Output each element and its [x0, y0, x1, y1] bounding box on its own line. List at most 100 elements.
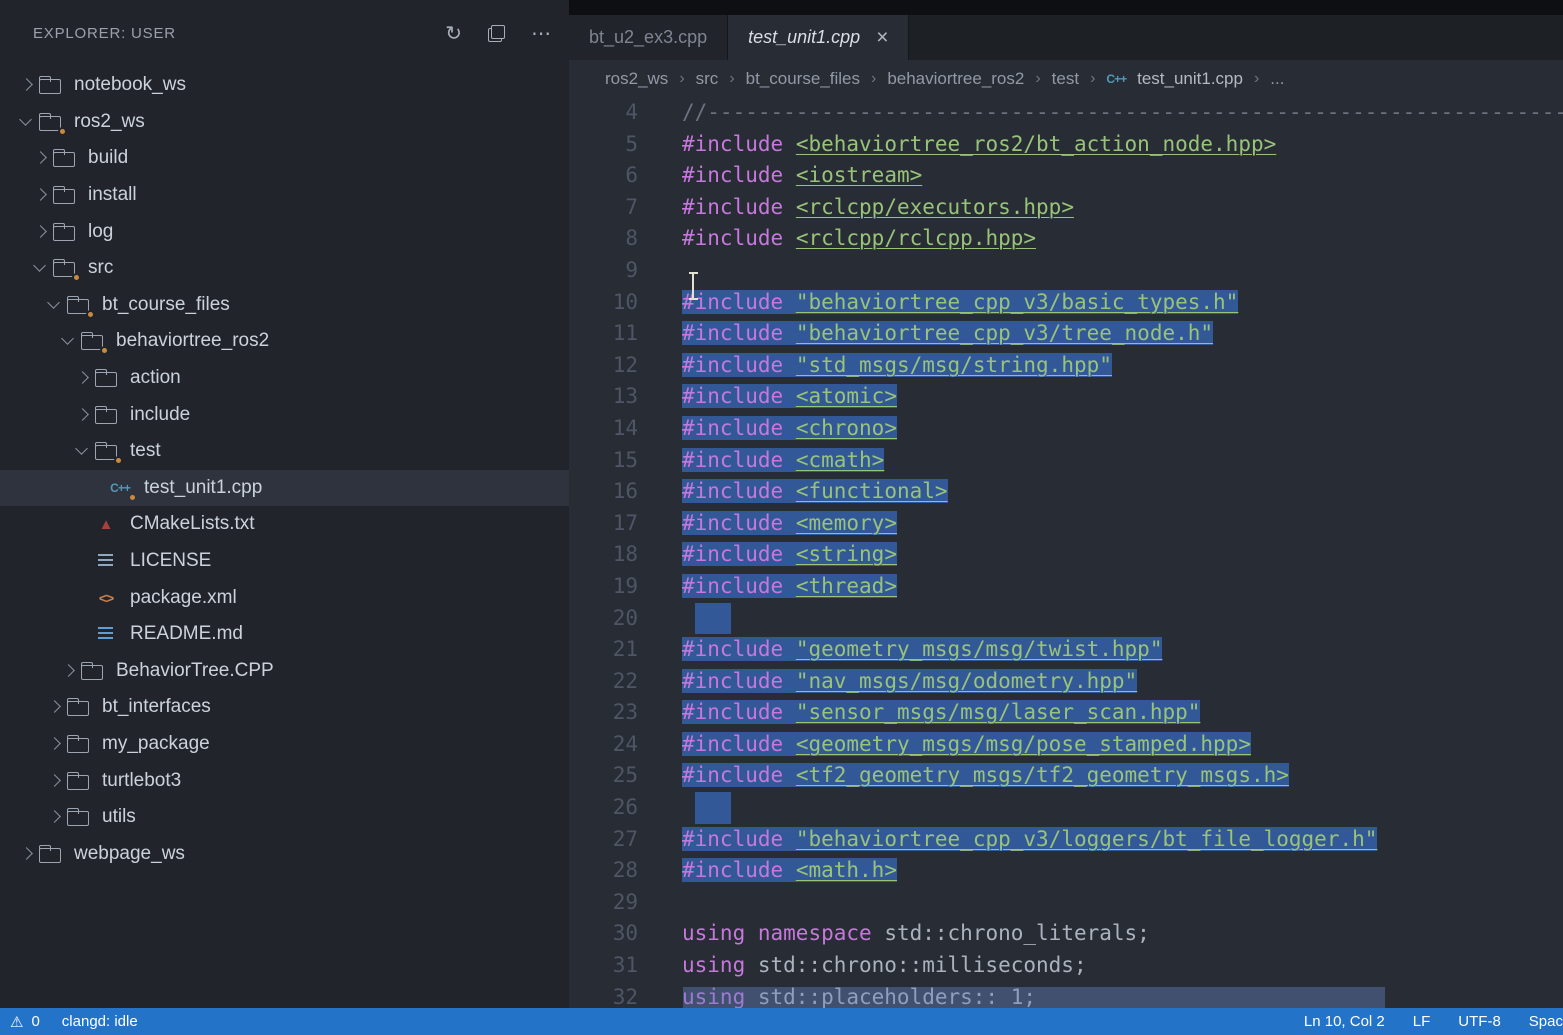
eol-indicator[interactable]: LF — [1413, 1013, 1431, 1030]
chevron-down-icon[interactable] — [44, 294, 66, 316]
breadcrumb-item[interactable]: test — [1052, 69, 1079, 89]
horizontal-scrollbar[interactable] — [683, 987, 1385, 1008]
selection-span: #include <tf2_geometry_msgs/tf2_geometry… — [682, 763, 1289, 787]
code-line[interactable]: 24#include <geometry_msgs/msg/pose_stamp… — [569, 729, 1563, 761]
tree-item-my_package[interactable]: my_package — [0, 726, 569, 763]
code-line[interactable]: 27#include "behaviortree_cpp_v3/loggers/… — [569, 824, 1563, 856]
tree-item-test_unit1.cpp[interactable]: C++test_unit1.cpp — [0, 470, 569, 507]
tree-item-install[interactable]: install — [0, 177, 569, 214]
breadcrumb-item[interactable]: behaviortree_ros2 — [887, 69, 1024, 89]
cursor-position[interactable]: Ln 10, Col 2 — [1304, 1013, 1385, 1030]
tree-item-ros2_ws[interactable]: ros2_ws — [0, 104, 569, 141]
encoding-indicator[interactable]: UTF-8 — [1458, 1013, 1501, 1030]
chevron-down-icon[interactable] — [58, 330, 80, 352]
chevron-right-icon[interactable] — [44, 696, 66, 718]
code-line[interactable]: 9 — [569, 255, 1563, 287]
tree-item-action[interactable]: action — [0, 360, 569, 397]
chevron-right-icon[interactable] — [30, 147, 52, 169]
chevron-right-icon[interactable] — [16, 74, 38, 96]
code-line[interactable]: 23#include "sensor_msgs/msg/laser_scan.h… — [569, 697, 1563, 729]
chevron-right-icon[interactable] — [72, 367, 94, 389]
line-number: 17 — [569, 508, 638, 540]
code-line[interactable]: 31using std::chrono::milliseconds; — [569, 950, 1563, 982]
tab-test_unit1.cpp[interactable]: test_unit1.cpp× — [728, 15, 909, 60]
breadcrumb-item[interactable]: src — [696, 69, 719, 89]
folder-icon — [94, 405, 118, 425]
code-line[interactable]: 29 — [569, 887, 1563, 919]
tree-item-turtlebot3[interactable]: turtlebot3 — [0, 762, 569, 799]
code-line[interactable]: 13#include <atomic> — [569, 381, 1563, 413]
code-line[interactable]: 21#include "geometry_msgs/msg/twist.hpp" — [569, 634, 1563, 666]
problems-indicator[interactable]: ⚠ 0 — [10, 1013, 40, 1031]
code-line[interactable]: 12#include "std_msgs/msg/string.hpp" — [569, 350, 1563, 382]
indent-indicator[interactable]: Spac — [1529, 1013, 1563, 1030]
tree-item-BehaviorTree.CPP[interactable]: BehaviorTree.CPP — [0, 653, 569, 690]
chevron-right-icon[interactable] — [30, 221, 52, 243]
tree-item-LICENSE[interactable]: LICENSE — [0, 543, 569, 580]
tree-item-README.md[interactable]: README.md — [0, 616, 569, 653]
more-actions-icon[interactable]: ⋯ — [531, 24, 551, 44]
code-line[interactable]: 10#include "behaviortree_cpp_v3/basic_ty… — [569, 287, 1563, 319]
chevron-down-icon[interactable] — [16, 111, 38, 133]
code-line[interactable]: 30using namespace std::chrono_literals; — [569, 918, 1563, 950]
tree-item-build[interactable]: build — [0, 140, 569, 177]
code-line[interactable]: 25#include <tf2_geometry_msgs/tf2_geomet… — [569, 760, 1563, 792]
tree-item-log[interactable]: log — [0, 213, 569, 250]
breadcrumb-item[interactable]: bt_course_files — [746, 69, 860, 89]
code-line[interactable]: 19#include <thread> — [569, 571, 1563, 603]
tree-item-src[interactable]: src — [0, 250, 569, 287]
code-line[interactable]: 28#include <math.h> — [569, 855, 1563, 887]
code-line[interactable]: 7#include <rclcpp/executors.hpp> — [569, 192, 1563, 224]
chevron-right-icon[interactable] — [44, 806, 66, 828]
code-line[interactable]: 6#include <iostream> — [569, 160, 1563, 192]
chevron-right-icon[interactable] — [58, 660, 80, 682]
line-text: #include <geometry_msgs/msg/pose_stamped… — [638, 729, 1251, 761]
chevron-right-icon[interactable] — [30, 184, 52, 206]
code-line[interactable]: 26 — [569, 792, 1563, 824]
selection-span: #include "sensor_msgs/msg/laser_scan.hpp… — [682, 700, 1200, 724]
breadcrumb-item[interactable]: ros2_ws — [605, 69, 668, 89]
code-line[interactable]: 22#include "nav_msgs/msg/odometry.hpp" — [569, 666, 1563, 698]
tree-item-notebook_ws[interactable]: notebook_ws — [0, 67, 569, 104]
chevron-right-icon[interactable] — [72, 404, 94, 426]
tree-item-bt_course_files[interactable]: bt_course_files — [0, 287, 569, 324]
tree-item-bt_interfaces[interactable]: bt_interfaces — [0, 689, 569, 726]
code-line[interactable]: 20 — [569, 603, 1563, 635]
tree-item-CMakeLists.txt[interactable]: ▲CMakeLists.txt — [0, 506, 569, 543]
breadcrumb-item[interactable]: ... — [1270, 69, 1284, 89]
tree-item-utils[interactable]: utils — [0, 799, 569, 836]
code-line[interactable]: 16#include <functional> — [569, 476, 1563, 508]
chevron-right-icon[interactable] — [44, 733, 66, 755]
refresh-icon[interactable]: ↻ — [445, 24, 462, 44]
code-line[interactable]: 18#include <string> — [569, 539, 1563, 571]
tree-item-webpage_ws[interactable]: webpage_ws — [0, 835, 569, 872]
tree-item-label: notebook_ws — [74, 74, 186, 96]
breadcrumb-item[interactable]: test_unit1.cpp — [1137, 69, 1243, 89]
clangd-status[interactable]: clangd: idle — [62, 1013, 138, 1030]
chevron-down-icon[interactable] — [72, 440, 94, 462]
code-line[interactable]: 5#include <behaviortree_ros2/bt_action_n… — [569, 129, 1563, 161]
tab-bt_u2_ex3.cpp[interactable]: bt_u2_ex3.cpp — [569, 15, 728, 60]
code-line[interactable]: 4//-------------------------------------… — [569, 97, 1563, 129]
token — [783, 479, 796, 503]
token: #include — [682, 132, 783, 156]
code-line[interactable]: 11#include "behaviortree_cpp_v3/tree_nod… — [569, 318, 1563, 350]
folder-icon — [52, 148, 76, 168]
duplicate-workspace-icon[interactable] — [488, 25, 505, 42]
code-line[interactable]: 17#include <memory> — [569, 508, 1563, 540]
tree-item-include[interactable]: include — [0, 396, 569, 433]
tree-item-test[interactable]: test — [0, 433, 569, 470]
chevron-right-icon[interactable] — [16, 843, 38, 865]
line-text: using std::chrono::milliseconds; — [638, 950, 1087, 982]
explorer-actions: ↻ ⋯ — [445, 24, 551, 44]
code-line[interactable]: 8#include <rclcpp/rclcpp.hpp> — [569, 223, 1563, 255]
chevron-right-icon[interactable] — [44, 770, 66, 792]
line-number: 10 — [569, 287, 638, 319]
token: <cmath> — [796, 448, 885, 472]
code-line[interactable]: 15#include <cmath> — [569, 445, 1563, 477]
code-line[interactable]: 14#include <chrono> — [569, 413, 1563, 445]
close-icon[interactable]: × — [876, 27, 888, 48]
tree-item-behaviortree_ros2[interactable]: behaviortree_ros2 — [0, 323, 569, 360]
chevron-down-icon[interactable] — [30, 257, 52, 279]
tree-item-package.xml[interactable]: <>package.xml — [0, 579, 569, 616]
